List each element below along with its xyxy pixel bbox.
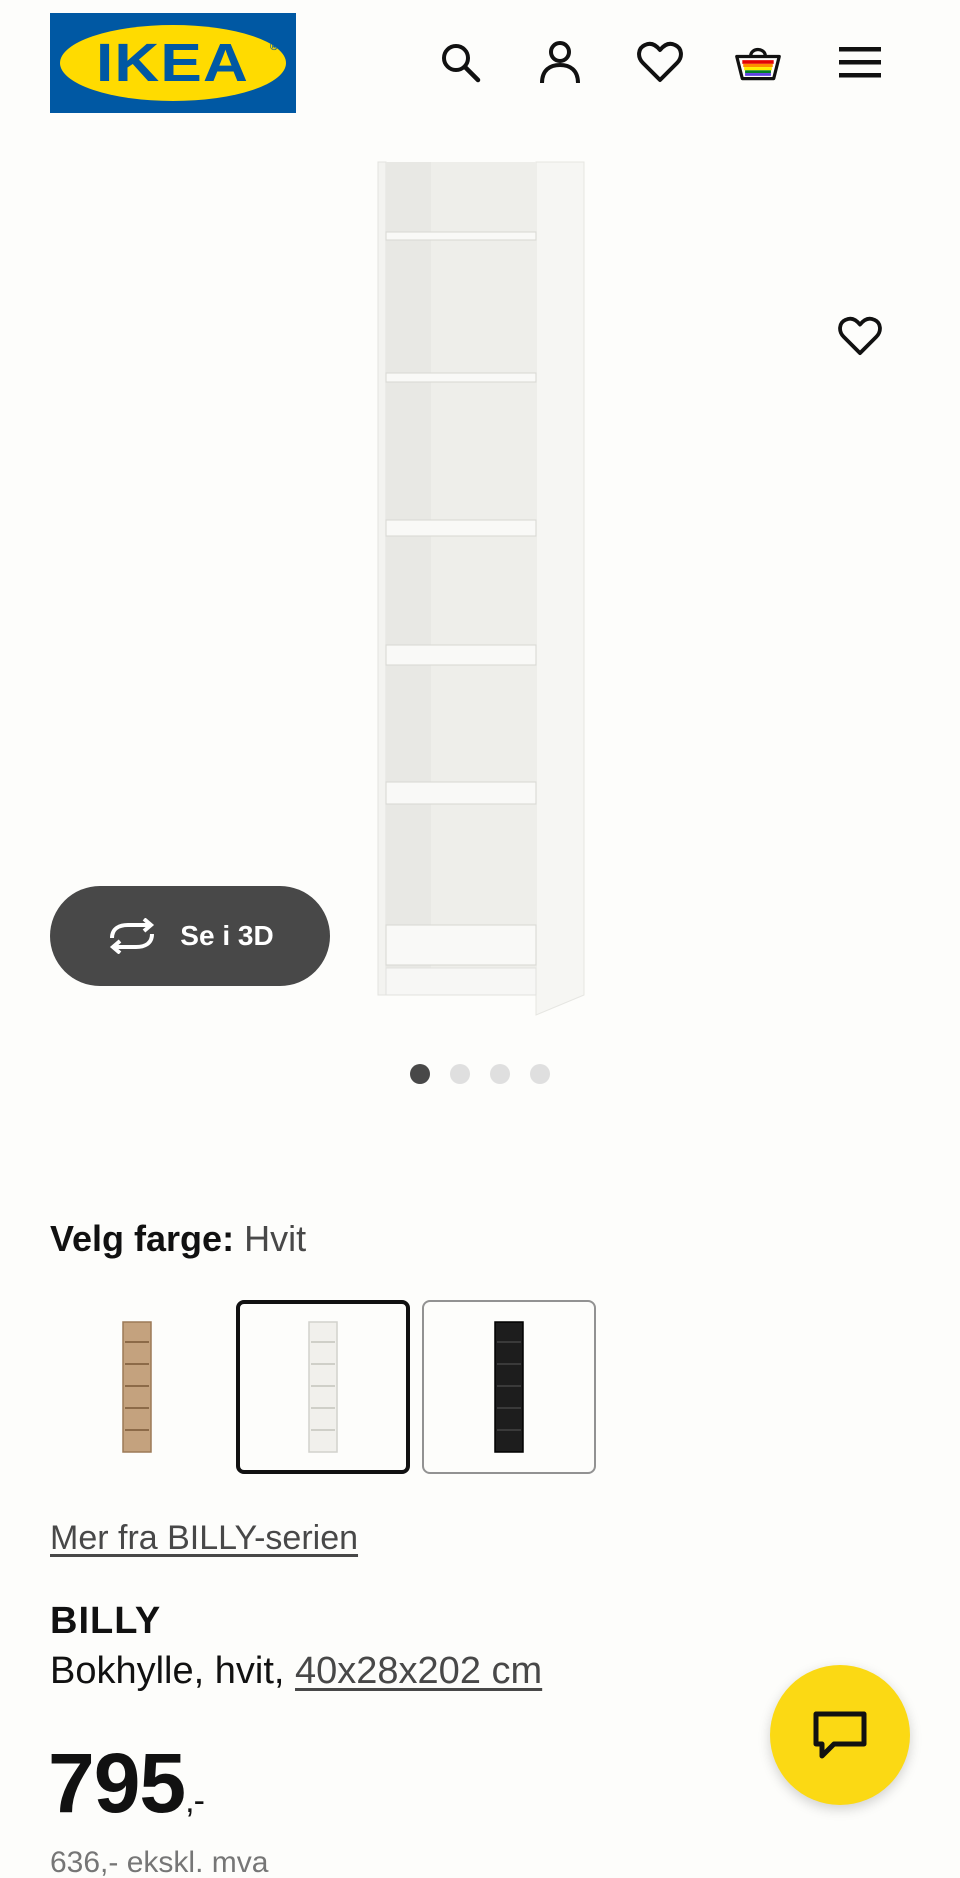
save-to-wishlist-button[interactable] (834, 310, 886, 362)
series-link[interactable]: Mer fra BILLY-serien (50, 1519, 358, 1558)
color-swatch-white[interactable] (236, 1300, 410, 1474)
color-swatch-black[interactable] (422, 1300, 596, 1474)
header: IKEA ® (0, 0, 960, 140)
logo-wordmark: IKEA (96, 33, 250, 93)
product-price: 795,- (48, 1735, 205, 1832)
rotate-3d-icon (110, 918, 155, 954)
view-in-3d-button[interactable]: Se i 3D (50, 886, 330, 986)
heart-icon (838, 316, 882, 356)
price-excl-vat: 636,- ekskl. mva (50, 1846, 269, 1878)
gallery-dot[interactable] (450, 1064, 470, 1084)
color-picker-label: Velg farge: Hvit (50, 1218, 306, 1260)
search-icon[interactable] (436, 38, 484, 86)
basket-icon[interactable] (734, 38, 782, 86)
selected-color-value: Hvit (244, 1218, 307, 1259)
logo-registered-mark: ® (269, 41, 278, 53)
chat-button[interactable] (770, 1665, 910, 1805)
color-label-text: Velg farge: (50, 1218, 235, 1259)
heart-icon[interactable] (636, 38, 684, 86)
account-icon[interactable] (536, 38, 584, 86)
swatch-bookcase-thumbnail (494, 1321, 524, 1453)
color-swatch-oak[interactable] (50, 1300, 224, 1474)
product-page: IKEA ® Se i 3D Velg farge: Hvit Mer fra … (0, 0, 960, 1878)
gallery-pagination (0, 1064, 960, 1084)
gallery-dot[interactable] (490, 1064, 510, 1084)
chat-icon (813, 1711, 867, 1759)
product-dimensions-link[interactable]: 40x28x202 cm (295, 1650, 542, 1692)
product-description: Bokhylle, hvit, 40x28x202 cm (50, 1650, 542, 1693)
swatch-bookcase-thumbnail (122, 1321, 152, 1453)
gallery-dot[interactable] (410, 1064, 430, 1084)
price-value: 795 (48, 1736, 186, 1830)
product-type: Bokhylle, hvit, (50, 1650, 285, 1692)
gallery-dot[interactable] (530, 1064, 550, 1084)
price-suffix: ,- (185, 1782, 205, 1820)
view-in-3d-label: Se i 3D (180, 920, 274, 951)
swatch-bookcase-thumbnail (308, 1321, 338, 1453)
ikea-logo[interactable]: IKEA ® (50, 13, 296, 113)
product-name: BILLY (50, 1600, 162, 1642)
logo-oval: IKEA (60, 25, 286, 101)
menu-icon[interactable] (836, 38, 884, 86)
